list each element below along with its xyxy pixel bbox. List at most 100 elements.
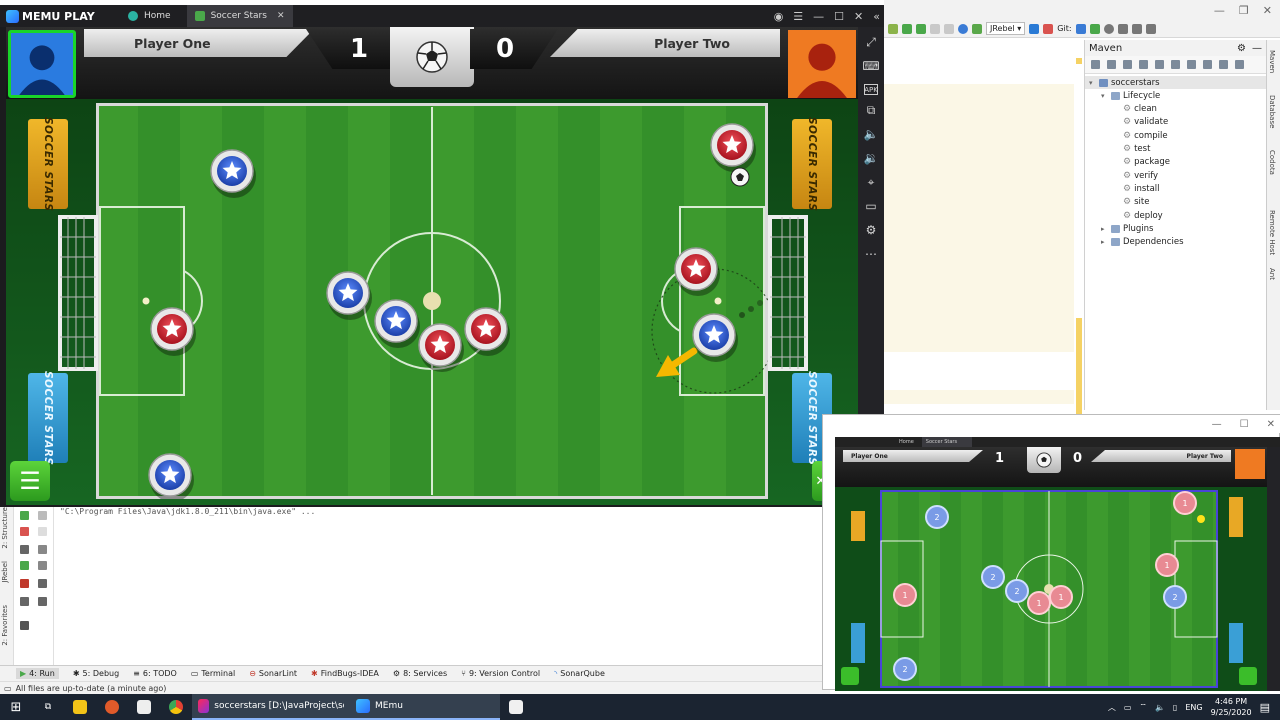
generate-sources-icon[interactable] [1107,60,1116,69]
soccer-pitch[interactable] [96,103,768,499]
profile-icon[interactable] [944,23,954,34]
up-icon[interactable] [38,511,47,520]
maximize-icon[interactable]: ❐ [1239,4,1249,17]
jrebel-debug-icon[interactable] [972,23,982,34]
tool-remote-host[interactable]: Remote Host [1268,210,1276,255]
collapse-sidebar-icon[interactable]: « [873,10,880,23]
tab-sonarlint[interactable]: ⊖ SonarLint [249,669,297,678]
game-ball[interactable] [730,167,750,187]
tab-home[interactable]: Home [120,5,179,27]
status-icon[interactable]: ▭ [4,684,12,693]
minimize-icon[interactable]: — [1212,419,1222,430]
project-structure-icon[interactable] [1131,23,1142,34]
more-icon[interactable]: ⋯ [862,245,880,263]
add-icon[interactable] [1139,60,1148,69]
minimize-icon[interactable]: — [1214,4,1225,17]
mini-tab-home[interactable]: Home [895,437,918,447]
show-dependencies-icon[interactable] [1219,60,1228,69]
tab-run[interactable]: ▶ 4: Run [16,668,59,679]
multi-window-icon[interactable]: ⧉ [862,101,880,119]
maven-tree-item[interactable]: ▾ soccerstars [1085,76,1267,89]
stop-run-icon[interactable] [20,527,29,536]
network-device-icon[interactable]: ▭ [1124,703,1132,712]
maven-tree-item[interactable]: ⚙ validate [1085,116,1168,129]
maven-tree-item[interactable]: ⚙ compile [1085,129,1168,142]
chrome-button[interactable] [160,694,192,720]
tab-close-icon[interactable]: ✕ [277,11,285,21]
gear-icon[interactable]: ⚙ [1237,43,1246,54]
wifi-icon[interactable]: ⌔ [1139,702,1147,712]
maven-tree-item[interactable]: ⚙ test [1085,143,1150,156]
stop-icon[interactable] [1043,23,1054,34]
trash-icon[interactable] [38,597,47,606]
game-screen[interactable]: Player One 1 0 Player Two SOCCER STARS S… [6,27,858,505]
git-update-icon[interactable] [1075,23,1086,34]
tab-sonarqube[interactable]: ◝ SonarQube [554,669,605,678]
git-commit-icon[interactable] [1089,23,1100,34]
keyboard-icon[interactable]: ⌨ [862,57,880,75]
mini-tab-soccer-stars[interactable]: Soccer Stars [921,437,972,447]
run-icon[interactable] [902,23,912,34]
app-button-4[interactable] [128,694,160,720]
start-button[interactable]: ⊞ [0,694,32,720]
clock[interactable]: 4:46 PM 9/25/2020 [1211,696,1252,718]
apk-icon[interactable]: APK [864,84,878,95]
mini-game-screen[interactable]: 2 2 2 2 2 1 1 1 1 1 [835,487,1267,691]
maximize-icon[interactable]: ☐ [1240,419,1249,430]
maven-tree-item[interactable]: ⚙ deploy [1085,209,1163,222]
close-icon[interactable]: ✕ [1267,419,1275,430]
menu-icon[interactable]: ☰ [793,10,803,23]
pin-icon[interactable] [20,621,29,630]
maven-tree-item[interactable]: ⚙ install [1085,182,1160,195]
tool-jrebel[interactable]: JRebel [1,561,9,583]
tool-database[interactable]: Database [1268,95,1276,128]
download-icon[interactable] [1123,60,1132,69]
tool-maven[interactable]: Maven [1268,50,1276,73]
maven-tree-item[interactable]: ⚙ site [1085,196,1149,209]
toggle-offline-icon[interactable] [1171,60,1180,69]
debug-run-icon[interactable] [20,561,29,570]
down-icon[interactable] [38,527,47,536]
volume-up-icon[interactable]: 🔈 [862,125,880,143]
expand-arrow-icon[interactable]: ▾ [1089,79,1096,87]
rollback-icon[interactable] [1117,23,1128,34]
history-icon[interactable] [1103,23,1114,34]
explorer-button[interactable] [64,694,96,720]
reload-icon[interactable] [1091,60,1100,69]
expand-arrow-icon[interactable]: ▾ [1101,92,1108,100]
tool-structure[interactable]: 2: Structure [1,507,9,549]
rerun-icon[interactable] [20,511,29,520]
search-everywhere-icon[interactable] [1145,23,1156,34]
camera-icon[interactable] [20,545,29,554]
taskbar-memu[interactable]: MEmu [350,694,500,720]
tab-todo[interactable]: ≡ 6: TODO [133,669,177,678]
scroll-end-icon[interactable] [38,561,47,570]
battery-icon[interactable]: ▯ [1173,703,1177,712]
tab-terminal[interactable]: ▭ Terminal [191,669,235,678]
volume-down-icon[interactable]: 🔉 [862,149,880,167]
tab-services[interactable]: ⚙ 8: Services [393,669,447,678]
collapse-all-icon[interactable] [1235,60,1244,69]
taskbar-intellij[interactable]: soccerstars [D:\JavaProject\soccer... [192,694,350,720]
coverage-icon[interactable] [930,23,940,34]
maven-tree-item[interactable]: ▸ Plugins [1085,222,1153,235]
layout-icon[interactable] [20,597,29,606]
debug-icon[interactable] [916,23,926,34]
language-indicator[interactable]: ENG [1185,703,1202,712]
update-icon[interactable] [1029,23,1040,34]
hide-icon[interactable]: — [1252,43,1262,54]
account-icon[interactable]: ◉ [774,10,784,23]
tab-soccer-stars[interactable]: Soccer Stars ✕ [186,5,293,27]
minimize-icon[interactable]: — [813,10,824,23]
jrebel-run-icon[interactable] [958,23,968,34]
print-icon[interactable] [38,579,47,588]
expand-icon[interactable]: ⤢ [862,33,880,51]
maven-tree-item[interactable]: ⚙ clean [1085,103,1157,116]
close-icon[interactable]: ✕ [1263,4,1272,17]
exit-icon[interactable] [20,579,29,588]
tab-debug[interactable]: ✱ 5: Debug [73,669,119,678]
tray-chevron-icon[interactable]: ︿ [1108,702,1116,713]
game-menu-button[interactable]: ☰ [10,461,50,501]
maven-tree-item[interactable]: ▾ Lifecycle [1085,89,1160,102]
maven-tree-item[interactable]: ⚙ verify [1085,169,1158,182]
